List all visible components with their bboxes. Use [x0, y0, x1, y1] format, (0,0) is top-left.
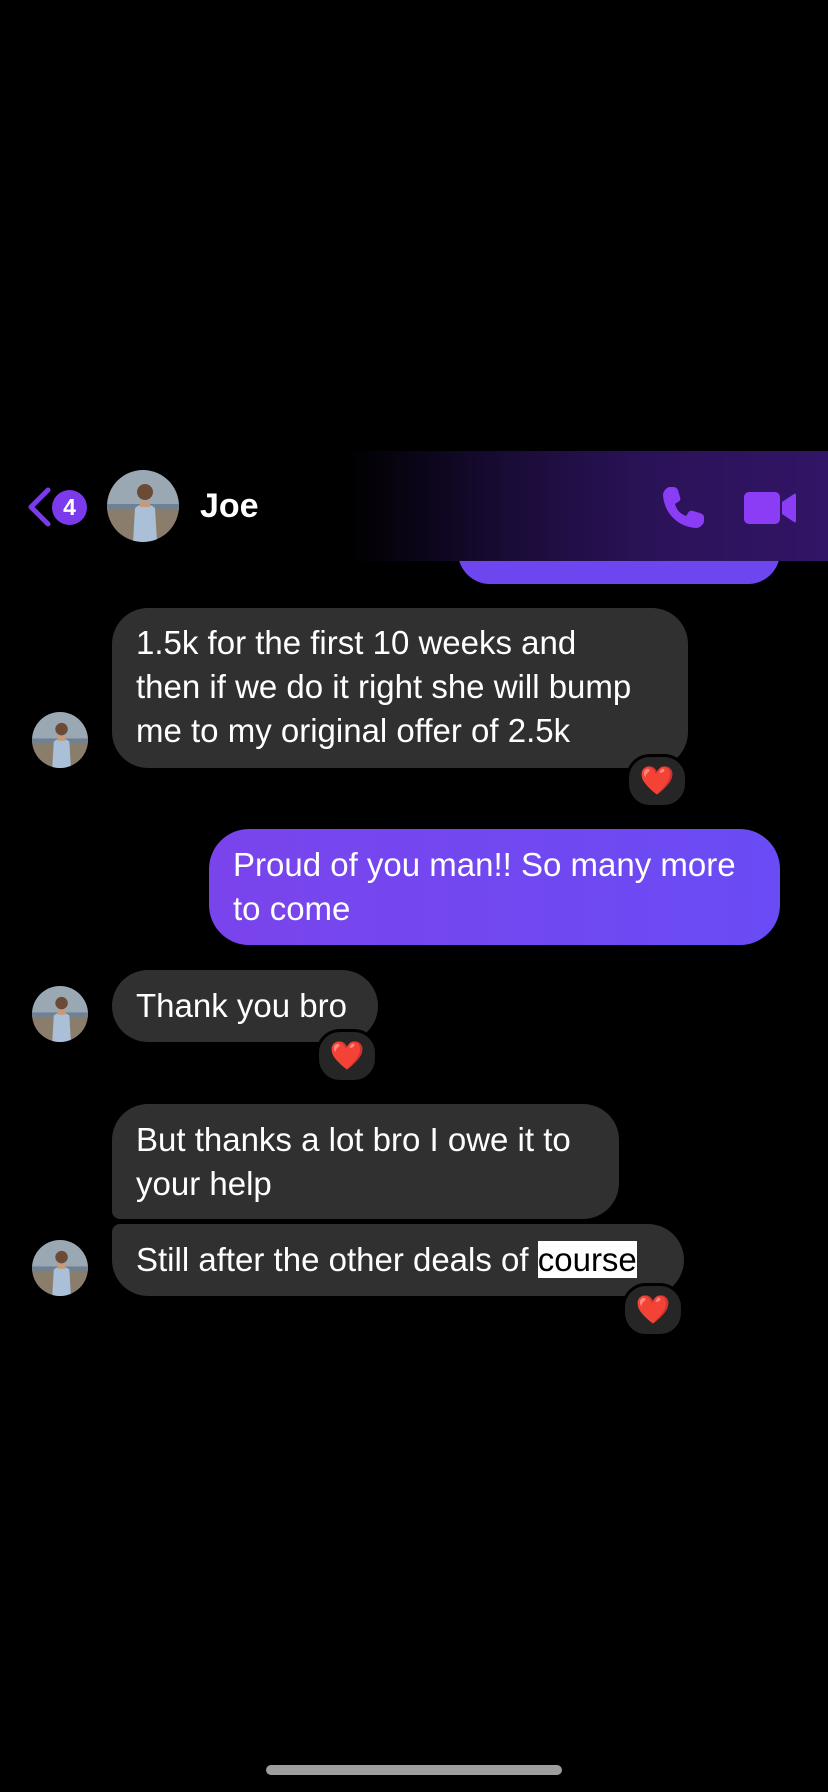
chevron-left-icon: [28, 487, 51, 527]
message-line: your help: [136, 1165, 272, 1202]
video-call-button[interactable]: [742, 487, 798, 529]
heart-reaction[interactable]: ❤️: [316, 1029, 378, 1083]
message-bubble-sent[interactable]: Proud of you man!! So many more to come: [209, 829, 780, 945]
message-line: to come: [233, 890, 351, 927]
message-line: Thank you bro: [136, 987, 347, 1024]
contact-name[interactable]: Joe: [200, 481, 259, 531]
heart-reaction[interactable]: ❤️: [626, 754, 688, 808]
avatar-photo: [32, 712, 88, 768]
avatar-photo: [107, 470, 179, 542]
message-line: But thanks a lot bro I owe it to: [136, 1121, 571, 1158]
heart-icon: ❤️: [329, 1040, 365, 1071]
heart-icon: ❤️: [635, 1294, 671, 1325]
avatar-photo: [32, 1240, 88, 1296]
phone-icon: [663, 487, 704, 528]
message-line: 1.5k for the first 10 weeks and: [136, 624, 577, 661]
home-indicator[interactable]: [266, 1765, 562, 1775]
unread-count-badge: 4: [52, 490, 87, 525]
contact-avatar-small[interactable]: [32, 1240, 88, 1296]
audio-call-button[interactable]: [658, 483, 708, 533]
message-bubble-received[interactable]: 1.5k for the first 10 weeks and then if …: [112, 608, 688, 768]
contact-avatar[interactable]: [107, 470, 179, 542]
message-bubble-received[interactable]: Still after the other deals of course: [112, 1224, 684, 1296]
chat-header: 4 Joe: [0, 451, 828, 561]
heart-reaction[interactable]: ❤️: [622, 1283, 684, 1337]
contact-avatar-small[interactable]: [32, 986, 88, 1042]
selected-text[interactable]: course: [537, 1241, 637, 1278]
avatar-photo: [32, 986, 88, 1042]
screen: 4 Joe 1.5k for the first 10 weeks and th…: [0, 0, 828, 1792]
message-line: me to my original offer of 2.5k: [136, 712, 571, 749]
message-line: Proud of you man!! So many more: [233, 846, 736, 883]
heart-icon: ❤️: [639, 765, 675, 796]
message-line: then if we do it right she will bump: [136, 668, 632, 705]
message-bubble-received[interactable]: But thanks a lot bro I owe it to your he…: [112, 1104, 619, 1219]
message-text: Still after the other deals of: [136, 1241, 538, 1278]
contact-avatar-small[interactable]: [32, 712, 88, 768]
video-camera-icon: [744, 492, 796, 524]
back-button[interactable]: 4: [22, 485, 88, 527]
